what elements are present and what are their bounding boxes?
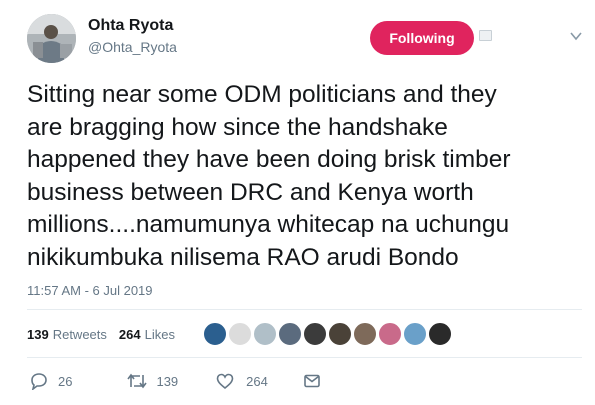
notification-settings-icon[interactable]	[479, 30, 492, 41]
reply-count: 26	[58, 373, 73, 389]
liker-avatar[interactable]	[428, 322, 452, 346]
direct-message-button[interactable]	[304, 374, 320, 388]
retweet-button[interactable]: 139	[126, 372, 178, 390]
author-name[interactable]: Ohta Ryota	[88, 17, 173, 35]
retweet-count: 139	[156, 373, 179, 389]
author-avatar[interactable]	[27, 14, 76, 63]
tweet-timestamp[interactable]: 11:57 AM - 6 Jul 2019	[27, 283, 153, 298]
likes-stat[interactable]: 264 Likes	[119, 327, 175, 342]
tweet-actions: 26 139 264	[30, 372, 320, 390]
liker-avatar[interactable]	[328, 322, 352, 346]
user-photo-icon	[27, 14, 76, 63]
tweet-stats: 139 Retweets 264 Likes	[27, 327, 175, 342]
like-button[interactable]: 264	[216, 373, 268, 390]
author-handle[interactable]: @Ohta_Ryota	[88, 39, 177, 55]
retweets-stat[interactable]: 139 Retweets	[27, 327, 107, 342]
liker-avatar[interactable]	[403, 322, 427, 346]
heart-icon	[216, 373, 234, 389]
liker-avatar[interactable]	[378, 322, 402, 346]
like-count: 264	[246, 373, 268, 389]
chevron-down-icon[interactable]	[570, 31, 582, 41]
divider	[27, 357, 582, 358]
liker-avatar[interactable]	[353, 322, 377, 346]
envelope-icon	[304, 374, 320, 388]
reply-icon	[31, 373, 47, 390]
liker-avatar[interactable]	[278, 322, 302, 346]
liker-avatar[interactable]	[203, 322, 227, 346]
liker-avatar[interactable]	[253, 322, 277, 346]
following-button[interactable]: Following	[370, 21, 474, 55]
liker-avatar[interactable]	[303, 322, 327, 346]
tweet-text: Sitting near some ODM politicians and th…	[27, 81, 511, 271]
reply-button[interactable]: 26	[30, 372, 72, 390]
liker-avatar[interactable]	[228, 322, 252, 346]
divider	[27, 309, 582, 310]
retweet-icon	[127, 373, 148, 389]
